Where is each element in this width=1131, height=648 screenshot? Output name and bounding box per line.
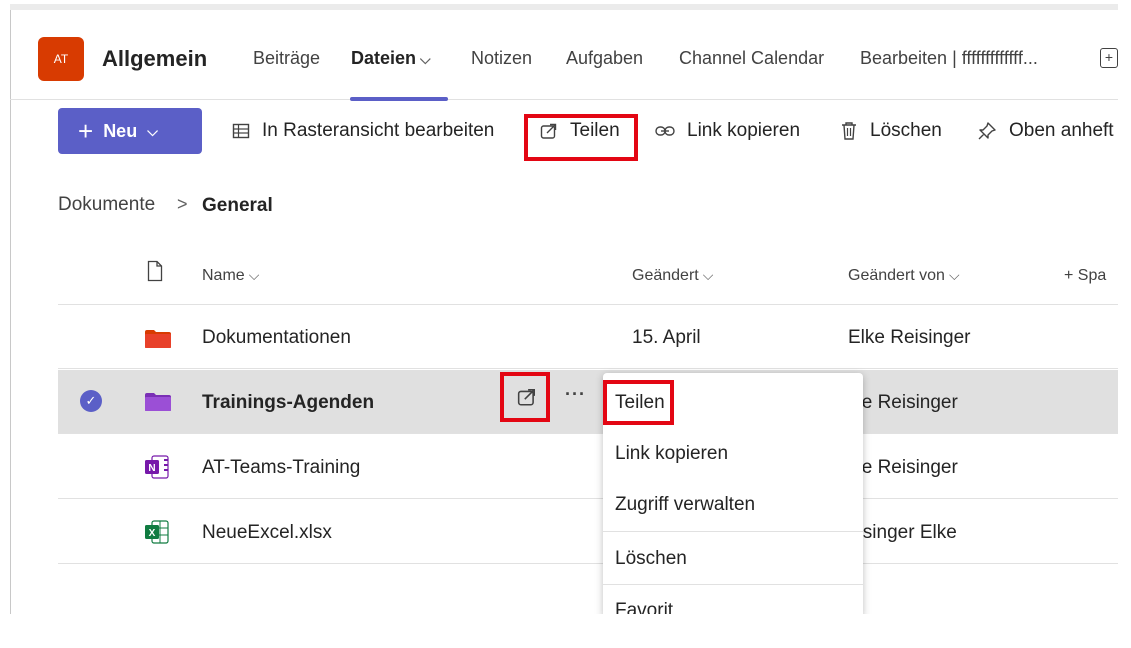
- file-modified: 15. April: [632, 327, 701, 348]
- tab-label: Bearbeiten | fffffffffffff...: [860, 48, 1038, 68]
- tab-label: Beiträge: [253, 48, 321, 68]
- add-tab-icon[interactable]: +: [1100, 48, 1118, 68]
- onenote-icon: N: [145, 455, 169, 479]
- tab-label: Notizen: [471, 48, 533, 68]
- menu-item-copy-link[interactable]: Link kopieren: [615, 443, 728, 465]
- tab-dateien[interactable]: Dateien ⌵: [351, 48, 431, 69]
- tab-channel-calendar[interactable]: Channel Calendar: [679, 48, 824, 69]
- modified-by-column-header[interactable]: Geändert von ⌵: [848, 267, 960, 285]
- breadcrumb-current: General: [202, 195, 273, 216]
- file-name[interactable]: NeueExcel.xlsx: [202, 522, 332, 544]
- trash-icon: [842, 122, 856, 140]
- grid-edit-button[interactable]: In Rasteransicht bearbeiten: [232, 118, 494, 144]
- excel-icon: X: [145, 520, 169, 544]
- table-row-selected[interactable]: ✓ Trainings-Agenden ··· lke Reisinger: [58, 370, 1118, 434]
- file-modified-by: Elke Reisinger: [848, 327, 971, 348]
- menu-divider: [603, 531, 863, 532]
- channel-name: Allgemein: [102, 46, 208, 71]
- chevron-down-icon: ⌵: [147, 122, 158, 139]
- file-name[interactable]: Dokumentationen: [202, 327, 351, 349]
- highlight-box-menu-share: [603, 380, 674, 425]
- document-icon: [147, 260, 163, 282]
- tab-bearbeiten[interactable]: Bearbeiten | fffffffffffff...: [860, 48, 1038, 69]
- file-name[interactable]: Trainings-Agenden: [202, 392, 374, 414]
- breadcrumb-separator: >: [177, 194, 188, 214]
- file-modified-by: lke Reisinger: [848, 457, 958, 478]
- file-modified-by: lke Reisinger: [848, 392, 958, 413]
- menu-item-delete[interactable]: Löschen: [615, 548, 687, 570]
- menu-item-manage-access[interactable]: Zugriff verwalten: [615, 494, 755, 516]
- chevron-down-icon: ⌵: [702, 267, 714, 283]
- highlight-box-row-share: [500, 372, 550, 422]
- table-row[interactable]: Dokumentationen 15. April Elke Reisinger: [58, 305, 1118, 369]
- column-label: Geändert: [632, 267, 699, 284]
- delete-button[interactable]: Löschen: [840, 118, 942, 144]
- file-name[interactable]: AT-Teams-Training: [202, 457, 360, 479]
- column-label: Geändert von: [848, 267, 945, 284]
- menu-divider: [603, 584, 863, 585]
- menu-item-favorite[interactable]: Favorit: [615, 600, 673, 614]
- table-row[interactable]: N AT-Teams-Training lke Reisinger: [58, 435, 1118, 499]
- modified-column-header[interactable]: Geändert ⌵: [632, 267, 713, 285]
- grid-icon: [232, 123, 250, 139]
- add-column-button[interactable]: + Spa: [1064, 267, 1106, 285]
- copy-link-label: Link kopieren: [687, 120, 801, 141]
- tab-label: Aufgaben: [566, 48, 644, 68]
- tab-notizen[interactable]: Notizen: [471, 48, 532, 69]
- context-menu: Teilen Link kopieren Zugriff verwalten L…: [603, 373, 863, 614]
- tab-beitraege[interactable]: Beiträge: [253, 48, 320, 69]
- new-button[interactable]: + Neu ⌵: [58, 108, 202, 154]
- tab-label: Dateien: [351, 48, 417, 68]
- tab-label: Channel Calendar: [679, 48, 825, 68]
- pin-to-top-button[interactable]: Oben anheft: [977, 118, 1114, 144]
- new-button-label: Neu: [103, 120, 138, 141]
- folder-icon: [145, 330, 171, 348]
- checkmark-icon[interactable]: ✓: [80, 390, 102, 412]
- svg-text:X: X: [149, 528, 156, 539]
- link-icon: [655, 126, 675, 136]
- plus-icon: +: [78, 116, 94, 146]
- more-options-icon[interactable]: ···: [565, 384, 586, 405]
- tab-aufgaben[interactable]: Aufgaben: [566, 48, 643, 69]
- folder-icon: [145, 393, 171, 411]
- column-label: Name: [202, 267, 245, 284]
- channel-header: AT Allgemein Beiträge Dateien ⌵ Notizen A…: [10, 10, 1118, 101]
- copy-link-button[interactable]: Link kopieren: [655, 118, 800, 144]
- pin-icon: [978, 122, 996, 140]
- teams-files-window: AT Allgemein Beiträge Dateien ⌵ Notizen A…: [10, 4, 1118, 614]
- chevron-down-icon: ⌵: [420, 51, 431, 67]
- highlight-box-toolbar-share: [524, 114, 638, 161]
- delete-label: Löschen: [870, 120, 942, 141]
- file-modified-by: eisinger Elke: [848, 522, 957, 543]
- pin-label: Oben anheft: [1009, 120, 1114, 141]
- command-bar: + Neu ⌵ In Rasteransicht bearbeiten Teil…: [10, 101, 1118, 163]
- breadcrumb-root[interactable]: Dokumente: [58, 194, 155, 216]
- team-avatar[interactable]: AT: [38, 37, 84, 81]
- grid-edit-label: In Rasteransicht bearbeiten: [262, 120, 495, 141]
- name-column-header[interactable]: Name ⌵: [202, 267, 259, 285]
- chevron-down-icon: ⌵: [248, 267, 260, 283]
- table-row[interactable]: X NeueExcel.xlsx eisinger Elke: [58, 500, 1118, 564]
- chevron-down-icon: ⌵: [948, 267, 960, 283]
- file-type-column-header[interactable]: [147, 260, 163, 287]
- svg-text:N: N: [148, 463, 155, 474]
